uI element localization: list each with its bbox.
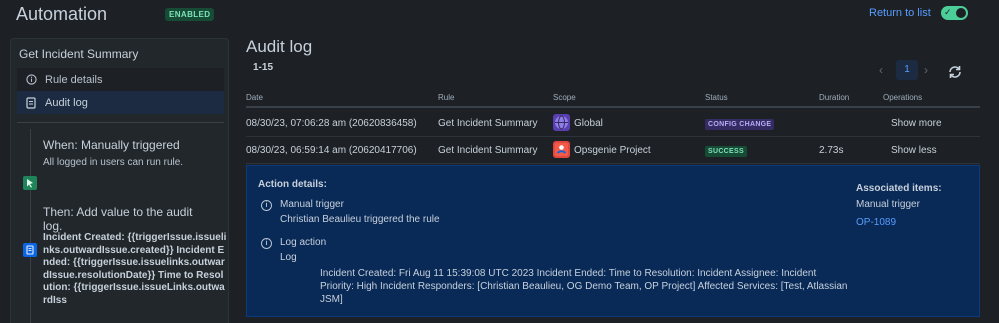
action-details-panel: Action details: i Manual trigger Christi…	[246, 165, 980, 317]
associated-items-title: Associated items:	[856, 183, 942, 194]
rule-name: Get Incident Summary	[19, 47, 139, 61]
row-scope: Global	[574, 118, 603, 129]
action-details-title: Action details:	[258, 179, 327, 190]
document-icon	[25, 96, 37, 109]
rule-enabled-toggle[interactable]: ✓	[941, 6, 968, 20]
log-action-subtitle: Log	[280, 252, 297, 263]
trigger-title[interactable]: When: Manually triggered	[43, 138, 180, 152]
enabled-status-badge: ENABLED	[165, 8, 215, 21]
sidebar-item-label: Audit log	[45, 96, 88, 109]
toggle-knob	[956, 8, 966, 18]
column-header-rule: Rule	[438, 93, 455, 102]
log-action-label: Log action	[280, 237, 327, 248]
show-less-button[interactable]: Show less	[891, 145, 937, 156]
column-header-scope: Scope	[553, 93, 576, 102]
rule-sidebar: Get Incident Summary Rule details Audit …	[10, 38, 229, 323]
table-header: Date Rule Scope Status Duration Operatio…	[246, 88, 980, 108]
action-smart-value-code: Incident Created: {{triggerIssue.issueli…	[43, 232, 227, 306]
info-icon: i	[261, 238, 272, 249]
refresh-icon[interactable]	[947, 64, 963, 80]
info-icon: i	[261, 200, 272, 211]
manual-trigger-text: Christian Beaulieu triggered the rule	[280, 214, 440, 225]
row-duration: 2.73s	[819, 145, 844, 156]
issue-link[interactable]: OP-1089	[856, 217, 896, 228]
next-page-button[interactable]: ›	[924, 63, 928, 77]
action-title[interactable]: Then: Add value to the audit log.	[43, 205, 193, 233]
row-scope: Opsgenie Project	[574, 145, 651, 156]
page-number-button[interactable]: 1	[896, 60, 918, 80]
column-header-operations: Operations	[883, 93, 923, 102]
row-rule: Get Incident Summary	[438, 145, 538, 156]
divider	[17, 122, 224, 123]
audit-log-action-icon	[23, 243, 37, 257]
manual-trigger-icon	[23, 176, 37, 190]
column-header-duration: Duration	[819, 93, 850, 102]
row-date: 08/30/23, 07:06:28 am (20620836458)	[246, 118, 417, 129]
sidebar-nav: Rule details Audit log	[17, 68, 224, 114]
associated-trigger: Manual trigger	[856, 199, 920, 210]
sidebar-item-label: Rule details	[45, 73, 103, 86]
manual-trigger-label: Manual trigger	[280, 199, 344, 210]
opsgenie-icon	[553, 141, 570, 158]
trigger-subtitle: All logged in users can run rule.	[43, 157, 184, 168]
globe-icon	[553, 114, 570, 131]
table-row: 08/30/23, 07:06:28 am (20620836458) Get …	[246, 110, 980, 137]
result-range: 1-15	[253, 62, 274, 73]
status-badge: CONFIG CHANGE	[705, 119, 775, 130]
row-date: 08/30/23, 06:59:14 am (20620417706)	[246, 145, 417, 156]
top-bar: Automation ENABLED Return to list ✓	[0, 0, 999, 30]
status-badge: SUCCESS	[705, 146, 747, 157]
log-message: Incident Created: Fri Aug 11 15:39:08 UT…	[320, 268, 848, 305]
app-title: Automation	[16, 4, 108, 24]
info-icon	[25, 74, 37, 86]
flow-connector-line	[30, 129, 31, 323]
sidebar-item-audit-log[interactable]: Audit log	[17, 91, 224, 114]
table-row: 08/30/23, 06:59:14 am (20620417706) Get …	[246, 137, 980, 164]
check-icon: ✓	[944, 7, 952, 17]
return-to-list-link[interactable]: Return to list	[869, 7, 931, 19]
row-rule: Get Incident Summary	[438, 118, 538, 129]
previous-page-button[interactable]: ‹	[879, 63, 883, 77]
column-header-date: Date	[246, 93, 263, 102]
page-title: Audit log	[246, 37, 313, 56]
show-more-button[interactable]: Show more	[891, 118, 942, 129]
sidebar-item-rule-details[interactable]: Rule details	[17, 68, 224, 91]
column-header-status: Status	[705, 93, 728, 102]
